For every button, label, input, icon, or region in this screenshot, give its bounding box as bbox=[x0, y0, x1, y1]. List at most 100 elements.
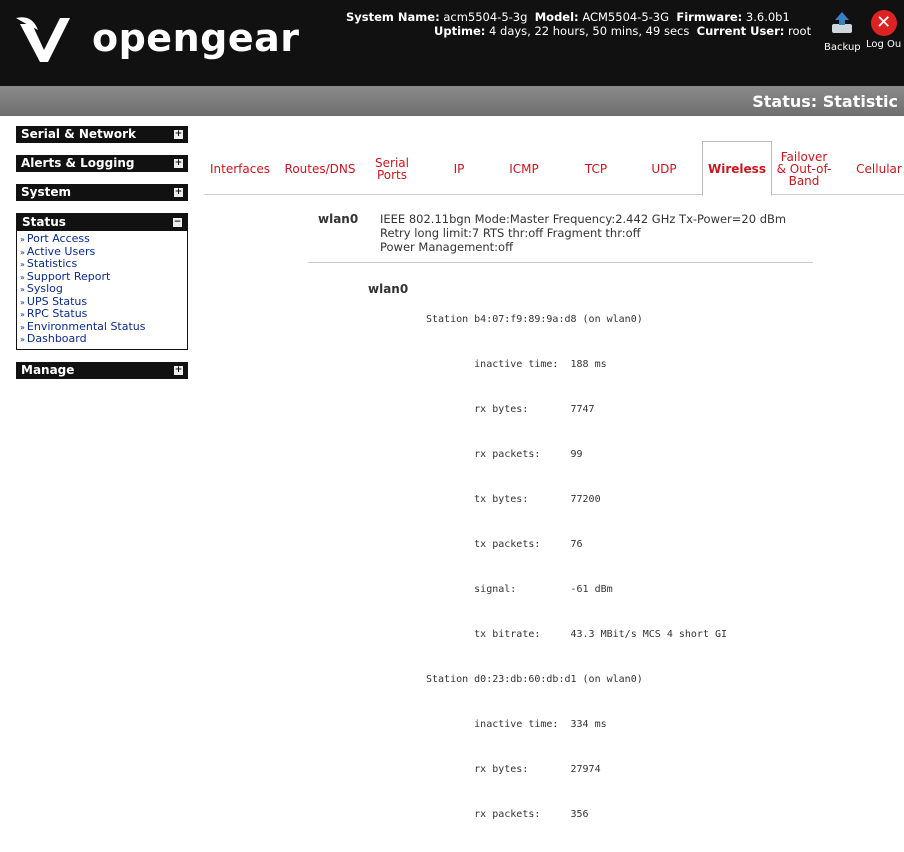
backup-button[interactable]: Backup bbox=[824, 10, 861, 53]
tab-icmp[interactable]: ICMP bbox=[504, 144, 544, 194]
status-submenu: » Port Access » Active Users » Statistics »… bbox=[17, 231, 187, 349]
model-value: ACM5504-5-3G bbox=[582, 10, 670, 24]
station-line: Station d0:23:db:60:db:d1 (on wlan0) bbox=[426, 674, 643, 685]
system-name-value: acm5504-5-3g bbox=[443, 10, 528, 24]
tab-label: TCP bbox=[584, 162, 608, 176]
tab-routes-dns[interactable]: Routes/DNS bbox=[282, 144, 358, 194]
bullet-icon: » bbox=[20, 285, 25, 294]
station-line: tx packets: 76 bbox=[426, 539, 583, 550]
page-title: Status: Statistic bbox=[752, 92, 898, 111]
station-line: rx packets: 356 bbox=[426, 809, 589, 820]
tab-failover-out-of-band[interactable]: Failover & Out-of-Band bbox=[776, 144, 832, 194]
bullet-icon: » bbox=[20, 260, 25, 269]
menu-serial-network-label: Serial & Network bbox=[21, 127, 136, 141]
sidebar-item-label: RPC Status bbox=[26, 307, 88, 320]
tab-label: Serial Ports bbox=[375, 156, 409, 182]
title-band: Status: Statistic bbox=[0, 86, 904, 116]
system-name-label: System Name: bbox=[346, 10, 440, 24]
tab-label: Failover & Out-of-Band bbox=[776, 150, 832, 188]
status-menu: Status − » Port Access » Active Users » Sta… bbox=[16, 213, 188, 350]
menu-status-label: Status bbox=[22, 215, 66, 229]
station-interface-name: wlan0 bbox=[368, 282, 409, 296]
interface-name: wlan0 bbox=[318, 212, 359, 226]
station-line: tx bitrate: 43.3 MBit/s MCS 4 short GI bbox=[426, 629, 728, 640]
bullet-icon: » bbox=[20, 335, 25, 344]
station-line: tx bytes: 77200 bbox=[426, 494, 601, 505]
station-line: signal: -61 dBm bbox=[426, 584, 613, 595]
menu-system-label: System bbox=[21, 185, 71, 199]
menu-manage[interactable]: Manage + bbox=[16, 361, 188, 379]
statistics-tabs: Interfaces Routes/DNS Serial Ports IP IC… bbox=[204, 141, 904, 196]
firmware-value: 3.6.0b1 bbox=[745, 10, 790, 24]
tab-serial-ports[interactable]: Serial Ports bbox=[370, 144, 414, 194]
model-label: Model: bbox=[534, 10, 579, 24]
opengear-mark-icon bbox=[16, 17, 70, 62]
tab-label: Cellular bbox=[856, 162, 902, 176]
sidebar-item-dashboard[interactable]: » Dashboard bbox=[20, 333, 184, 346]
logo-text: opengear bbox=[92, 16, 300, 60]
collapse-icon: − bbox=[173, 217, 182, 227]
header: opengear System Name: acm5504-5-3g Model… bbox=[0, 0, 904, 86]
logout-label: Log Ou bbox=[866, 39, 902, 50]
sidebar-item-label: Active Users bbox=[26, 244, 96, 258]
expand-icon: + bbox=[174, 158, 183, 168]
logout-button[interactable]: ✕ Log Ou bbox=[866, 10, 901, 50]
bullet-icon: » bbox=[20, 247, 25, 257]
station-line: rx bytes: 27974 bbox=[426, 764, 601, 775]
backup-label: Backup bbox=[824, 42, 861, 53]
system-info: System Name: acm5504-5-3g Model: ACM5504… bbox=[346, 10, 811, 38]
menu-alerts-logging[interactable]: Alerts & Logging + bbox=[16, 155, 188, 172]
sidebar-item-label: Support Report bbox=[26, 269, 111, 283]
station-line: inactive time: 188 ms bbox=[426, 359, 607, 370]
station-line: rx bytes: 7747 bbox=[426, 404, 595, 415]
divider bbox=[308, 262, 813, 263]
current-user-value: root bbox=[788, 24, 812, 38]
tab-wireless[interactable]: Wireless bbox=[702, 141, 772, 196]
tab-label: Interfaces bbox=[210, 162, 270, 176]
tab-label: UDP bbox=[651, 162, 677, 176]
current-user-label: Current User: bbox=[696, 24, 785, 38]
desc-line-1: IEEE 802.11bgn Mode:Master Frequency:2.4… bbox=[380, 212, 787, 226]
menu-status[interactable]: Status − bbox=[17, 214, 187, 231]
station-dump: Station b4:07:f9:89:9a:d8 (on wlan0) ina… bbox=[426, 282, 727, 852]
sidebar-item-label: Statistics bbox=[26, 257, 78, 270]
sidebar: Serial & Network + Alerts & Logging + Sy… bbox=[16, 126, 188, 391]
menu-system[interactable]: System + bbox=[16, 184, 188, 201]
opengear-logo[interactable]: opengear bbox=[14, 10, 299, 70]
backup-icon bbox=[832, 12, 853, 33]
station-line: rx packets: 99 bbox=[426, 449, 583, 460]
tab-ip[interactable]: IP bbox=[442, 144, 476, 194]
close-icon: ✕ bbox=[870, 10, 897, 36]
bullet-icon: » bbox=[20, 297, 25, 307]
uptime-value: 4 days, 22 hours, 50 mins, 49 secs bbox=[489, 24, 690, 38]
sidebar-item-label: UPS Status bbox=[26, 294, 88, 308]
menu-alerts-logging-label: Alerts & Logging bbox=[21, 156, 135, 170]
bullet-icon: » bbox=[20, 272, 25, 282]
tab-label: Routes/DNS bbox=[284, 162, 356, 176]
bullet-icon: » bbox=[20, 310, 25, 319]
desc-line-2: Retry long limit:7 RTS thr:off Fragment … bbox=[380, 226, 641, 240]
tab-cellular[interactable]: Cellular bbox=[854, 144, 904, 194]
tab-label: IP bbox=[453, 162, 465, 176]
tab-label: ICMP bbox=[509, 162, 539, 176]
desc-line-3: Power Management:off bbox=[380, 240, 514, 254]
firmware-label: Firmware: bbox=[676, 10, 743, 24]
sidebar-item-label: Dashboard bbox=[26, 332, 87, 345]
sidebar-item-label: Syslog bbox=[26, 282, 63, 295]
bullet-icon: » bbox=[20, 235, 25, 244]
menu-serial-network[interactable]: Serial & Network + bbox=[16, 126, 188, 143]
interface-description: IEEE 802.11bgn Mode:Master Frequency:2.4… bbox=[380, 212, 786, 254]
tab-tcp[interactable]: TCP bbox=[576, 144, 616, 194]
expand-icon: + bbox=[174, 129, 183, 139]
station-line: inactive time: 334 ms bbox=[426, 719, 607, 730]
sidebar-item-label: Environmental Status bbox=[26, 319, 146, 333]
tab-udp[interactable]: UDP bbox=[644, 144, 684, 194]
bullet-icon: » bbox=[20, 322, 25, 332]
tab-interfaces[interactable]: Interfaces bbox=[208, 144, 272, 194]
expand-icon: + bbox=[174, 187, 183, 197]
sidebar-item-label: Port Access bbox=[26, 232, 90, 245]
station-line: Station b4:07:f9:89:9a:d8 (on wlan0) bbox=[426, 314, 643, 325]
expand-icon: + bbox=[174, 364, 183, 375]
tab-label: Wireless bbox=[708, 161, 766, 176]
menu-manage-label: Manage bbox=[21, 362, 75, 377]
